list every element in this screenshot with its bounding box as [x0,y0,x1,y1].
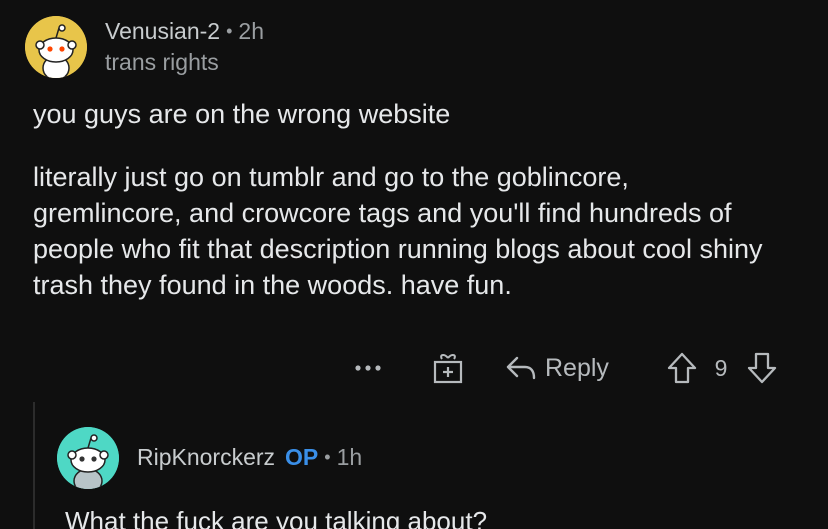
reply-arrow-icon [506,356,536,380]
more-dots-icon [355,365,381,371]
op-badge: OP [285,444,319,470]
snoo-avatar-icon [25,16,87,78]
vote-score: 9 [714,354,728,381]
upvote-arrow-icon [667,352,697,384]
comment-body: literally just go on tumblr and go to th… [33,159,773,303]
comment-action-bar: Reply 9 [0,346,828,390]
upvote-button[interactable] [664,346,700,390]
comment-body: What the fuck are you talking about? [65,506,488,529]
username[interactable]: Venusian-2 [105,18,220,45]
comment-paragraph: you guys are on the wrong website [33,99,451,129]
comment-body: you guys are on the wrong website [33,96,803,132]
downvote-button[interactable] [744,346,780,390]
comment-meta: RipKnorckerz OP • 1h [137,444,362,471]
gift-icon [433,354,463,384]
comment-meta: Venusian-2 • 2h trans rights [105,18,264,76]
comment-paragraph: literally just go on tumblr and go to th… [33,162,763,300]
award-button[interactable] [428,346,468,390]
reply-label: Reply [545,353,609,382]
avatar-venusian[interactable] [25,16,87,78]
separator-dot: • [324,447,331,467]
more-options-button[interactable] [352,346,384,390]
downvote-arrow-icon [747,352,777,384]
user-flair: trans rights [105,49,219,75]
reply-button[interactable]: Reply [505,346,620,390]
username[interactable]: RipKnorckerz [137,444,275,471]
timestamp: 1h [336,444,363,470]
snoo-avatar-icon [57,427,119,489]
timestamp: 2h [238,18,264,44]
comment-thread: Venusian-2 • 2h trans rights you guys ar… [0,0,828,529]
thread-line[interactable] [33,402,35,529]
separator-dot: • [226,21,233,41]
avatar-ripknorckerz[interactable] [57,427,119,489]
